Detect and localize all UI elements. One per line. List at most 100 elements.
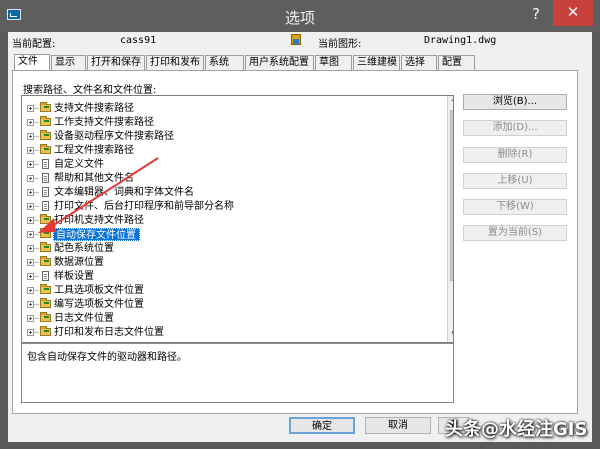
current-config-value: cass91 — [120, 35, 157, 46]
cancel-button[interactable]: 取消 — [365, 417, 431, 434]
tree-connector — [34, 122, 39, 123]
tree-item[interactable]: 数据源位置 — [22, 256, 442, 269]
scroll-thumb[interactable] — [450, 110, 453, 281]
expand-icon[interactable] — [27, 259, 34, 266]
folder-icon — [40, 242, 51, 252]
tree-connector — [34, 248, 39, 249]
tree-connector — [34, 304, 39, 305]
tree-connector — [34, 234, 39, 235]
remove-button[interactable]: 删除(R) — [463, 147, 567, 163]
tree-connector — [34, 220, 39, 221]
move-down-button[interactable]: 下移(W) — [463, 199, 567, 215]
tree-connector — [34, 164, 39, 165]
tree-item-label: 自动保存文件位置 — [53, 228, 140, 241]
scroll-down-icon[interactable]: v — [448, 328, 453, 340]
tree-item-label: 打印文件、后台打印程序和前导部分名称 — [54, 201, 234, 212]
tree-item[interactable]: 打印和发布日志文件位置 — [22, 326, 442, 339]
add-button[interactable]: 添加(D)... — [463, 120, 567, 136]
folder-icon — [40, 312, 51, 322]
expand-icon[interactable] — [27, 301, 34, 308]
tab-profiles[interactable]: 配置 — [438, 55, 475, 70]
tree-connector — [34, 318, 39, 319]
move-up-button[interactable]: 上移(U) — [463, 173, 567, 189]
folder-icon — [40, 214, 51, 224]
tree-item-label: 编写选项板文件位置 — [54, 299, 144, 310]
tab-open-save[interactable]: 打开和保存 — [87, 55, 145, 70]
tree-connector — [34, 178, 39, 179]
tree-item-label: 数据源位置 — [54, 257, 104, 268]
expand-icon[interactable] — [27, 329, 34, 336]
tree-connector — [34, 332, 39, 333]
current-drawing-value: Drawing1.dwg — [424, 35, 497, 46]
tab-display[interactable]: 显示 — [51, 55, 86, 70]
scroll-up-icon[interactable]: ^ — [448, 97, 453, 109]
expand-icon[interactable] — [27, 245, 34, 252]
tree-item-selected[interactable]: 自动保存文件位置 — [22, 228, 442, 241]
close-icon[interactable]: ✕ — [553, 0, 593, 26]
drawing-icon — [291, 34, 301, 45]
tree-connector — [34, 192, 39, 193]
files-section-label: 搜索路径、文件名和文件位置: — [23, 85, 157, 96]
set-current-button[interactable]: 置为当前(S) — [463, 225, 567, 241]
options-dialog: 选项 ? ✕ 当前配置: cass91 当前图形: Drawing1.dwg 文… — [0, 0, 600, 449]
current-config-label: 当前配置: — [12, 39, 56, 50]
folder-icon — [40, 298, 51, 308]
tab-3d-modeling[interactable]: 三维建模 — [353, 55, 400, 70]
expand-icon[interactable] — [27, 287, 34, 294]
tree-item[interactable]: 设备驱动程序文件搜索路径 — [22, 130, 442, 143]
file-location-tree[interactable]: 支持文件搜索路径 工作支持文件搜索路径 设备驱动程序文件搜索路径 工程文件搜索路… — [21, 95, 454, 343]
expand-icon[interactable] — [27, 315, 34, 322]
dialog-title: 选项 — [284, 9, 315, 27]
file-icon — [42, 271, 49, 281]
tree-item-label: 日志文件位置 — [54, 313, 114, 324]
expand-icon[interactable] — [27, 203, 34, 210]
tree-item[interactable]: 文本编辑器、词典和字体文件名 — [22, 186, 442, 199]
tree-item-label: 样板设置 — [54, 271, 94, 282]
title-bar: 选项 ? ✕ — [0, 0, 600, 32]
watermark-text: 头条@水经注GIS — [445, 419, 588, 440]
tab-files[interactable]: 文件 — [14, 54, 50, 70]
vertical-scrollbar[interactable]: ^ v — [447, 96, 453, 342]
expand-icon[interactable] — [27, 231, 34, 238]
tree-item[interactable]: 工程文件搜索路径 — [22, 144, 442, 157]
folder-icon — [40, 228, 51, 238]
tab-plot-publish[interactable]: 打印和发布 — [146, 55, 204, 70]
tree-item-label: 工作支持文件搜索路径 — [54, 117, 154, 128]
expand-icon[interactable] — [27, 161, 34, 168]
tab-selection[interactable]: 选择 — [401, 55, 437, 70]
tree-item-label: 打印和发布日志文件位置 — [54, 327, 164, 338]
tree-item[interactable]: 帮助和其他文件名 — [22, 172, 442, 185]
expand-icon[interactable] — [27, 119, 34, 126]
tree-item[interactable]: 样板设置 — [22, 270, 442, 283]
ok-button[interactable]: 确定 — [289, 417, 355, 434]
expand-icon[interactable] — [27, 105, 34, 112]
expand-icon[interactable] — [27, 189, 34, 196]
tab-system[interactable]: 系统 — [205, 55, 244, 70]
tree-item[interactable]: 打印机支持文件路径 — [22, 214, 442, 227]
tree-item[interactable]: 配色系统位置 — [22, 242, 442, 255]
tree-item[interactable]: 工具选项板文件位置 — [22, 284, 442, 297]
tree-item-label: 配色系统位置 — [54, 243, 114, 254]
tree-connector — [34, 262, 39, 263]
expand-icon[interactable] — [27, 147, 34, 154]
tree-item[interactable]: 工作支持文件搜索路径 — [22, 116, 442, 129]
expand-icon[interactable] — [27, 175, 34, 182]
tree-item[interactable]: 自定义文件 — [22, 158, 442, 171]
expand-icon[interactable] — [27, 273, 34, 280]
tab-user-preferences[interactable]: 用户系统配置 — [245, 55, 314, 70]
tree-item-label: 工程文件搜索路径 — [54, 145, 134, 156]
tree-item[interactable]: 编写选项板文件位置 — [22, 298, 442, 311]
tree-item[interactable]: 打印文件、后台打印程序和前导部分名称 — [22, 200, 442, 213]
tree-item[interactable]: 支持文件搜索路径 — [22, 102, 442, 115]
folder-icon — [40, 326, 51, 336]
expand-icon[interactable] — [27, 133, 34, 140]
tree-item[interactable]: 日志文件位置 — [22, 312, 442, 325]
tree-item-label: 工具选项板文件位置 — [54, 285, 144, 296]
browse-button[interactable]: 浏览(B)... — [463, 94, 567, 110]
help-icon[interactable]: ? — [527, 5, 545, 23]
tab-drafting[interactable]: 草图 — [315, 55, 352, 70]
files-tab-panel: 搜索路径、文件名和文件位置: 支持文件搜索路径 工作支持文件搜索路径 设备驱动程… — [12, 70, 578, 414]
expand-icon[interactable] — [27, 217, 34, 224]
tree-item-label: 设备驱动程序文件搜索路径 — [54, 131, 174, 142]
tree-item-label: 文本编辑器、词典和字体文件名 — [54, 187, 194, 198]
